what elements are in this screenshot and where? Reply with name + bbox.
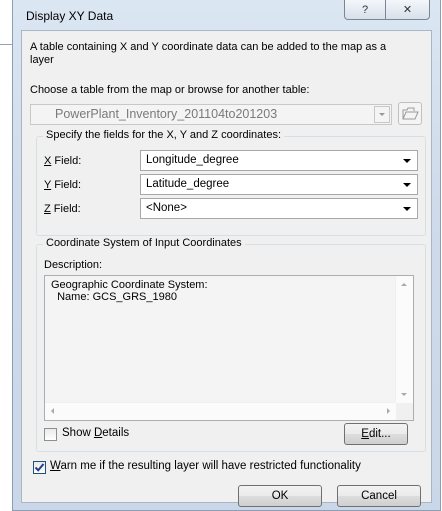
x-field-value: Longitude_degree <box>146 154 239 166</box>
x-field-select[interactable]: Longitude_degree <box>140 150 418 171</box>
description-label: Description: <box>44 259 103 271</box>
background-divider <box>0 44 12 45</box>
table-prompt-label: Choose a table from the map or browse fo… <box>30 84 310 96</box>
fields-group-label: Specify the fields for the X, Y and Z co… <box>43 129 285 141</box>
description-textarea[interactable]: Geographic Coordinate System: Name: GCS_… <box>44 275 414 421</box>
chevron-down-icon <box>403 159 411 163</box>
horizontal-scrollbar[interactable] <box>45 402 396 420</box>
chevron-down-icon <box>403 207 411 211</box>
scroll-up-icon[interactable] <box>401 283 407 286</box>
chevron-down-icon <box>403 183 411 187</box>
y-field-select[interactable]: Latitude_degree <box>140 174 418 195</box>
dialog-client-area: A table containing X and Y coordinate da… <box>21 30 432 507</box>
intro-text: A table containing X and Y coordinate da… <box>30 41 387 66</box>
close-icon: ✕ <box>402 4 413 16</box>
help-button[interactable]: ? <box>344 0 386 20</box>
checkmark-icon <box>34 463 45 472</box>
z-field-select[interactable]: <None> <box>140 198 418 219</box>
description-line-2: Name: GCS_GRS_1980 <box>51 291 177 303</box>
help-icon: ? <box>361 3 369 16</box>
dialog-title: Display XY Data <box>26 9 114 23</box>
close-button[interactable]: ✕ <box>386 0 430 20</box>
dialog-window: Display XY Data ? ✕ A table containing X… <box>12 0 441 511</box>
table-select[interactable]: PowerPlant_Inventory_201104to201203 <box>30 104 392 125</box>
scrollbar-corner <box>396 403 413 420</box>
table-select-value: PowerPlant_Inventory_201104to201203 <box>55 107 278 121</box>
z-field-label: Z Field: <box>44 203 81 215</box>
show-details-checkbox[interactable] <box>44 428 57 441</box>
background-window <box>0 0 12 511</box>
folder-open-icon <box>402 107 419 120</box>
vertical-scrollbar[interactable] <box>395 276 413 403</box>
x-field-label: X Field: <box>44 155 82 167</box>
show-details-label: Show Details <box>62 427 130 439</box>
ok-button[interactable]: OK <box>238 485 322 507</box>
coordinate-system-group-label: Coordinate System of Input Coordinates <box>43 237 245 249</box>
scroll-right-icon[interactable] <box>387 408 390 414</box>
warn-checkbox[interactable] <box>33 461 46 474</box>
y-field-label: Y Field: <box>44 179 82 191</box>
warn-label: Warn me if the resulting layer will have… <box>50 460 361 472</box>
z-field-value: <None> <box>146 202 187 214</box>
scroll-left-icon[interactable] <box>51 408 54 414</box>
chevron-down-icon <box>374 106 390 123</box>
scroll-down-icon[interactable] <box>401 393 407 396</box>
description-line-1: Geographic Coordinate System: <box>51 279 208 291</box>
y-field-value: Latitude_degree <box>146 178 230 190</box>
cancel-button[interactable]: Cancel <box>337 485 421 507</box>
browse-folder-button[interactable] <box>398 102 422 125</box>
edit-button[interactable]: Edit... <box>344 423 408 445</box>
